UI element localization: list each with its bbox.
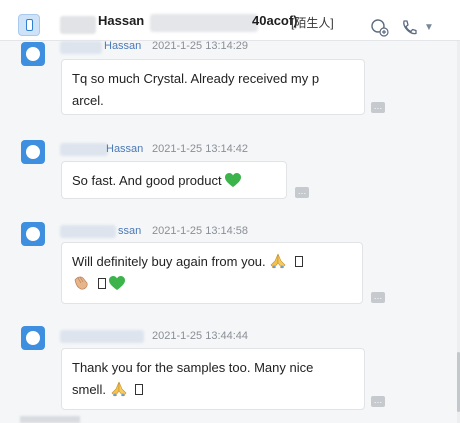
message-bubble: Thank you for the samples too. Many nice… xyxy=(61,348,365,410)
missing-glyph xyxy=(135,384,144,395)
message-time: 2021-1-25 13:14:58 xyxy=(152,225,249,237)
clapping-hands-emoji xyxy=(72,274,90,291)
redacted-contact-id xyxy=(150,14,258,32)
redacted-sender xyxy=(60,330,144,343)
message-bubble: Will definitely buy again from you. xyxy=(61,242,363,304)
message-more-icon[interactable]: … xyxy=(295,187,309,198)
sender-avatar[interactable] xyxy=(21,222,45,246)
message-text-line: So fast. And good product xyxy=(72,173,222,188)
redacted-sender xyxy=(60,225,116,238)
message-time: 2021-1-25 13:44:44 xyxy=(152,330,249,342)
phone-device-icon xyxy=(26,19,33,31)
redacted-sender xyxy=(60,143,108,156)
message-bubble: So fast. And good product xyxy=(61,161,287,199)
sender-avatar[interactable] xyxy=(21,140,45,164)
contact-avatar[interactable] xyxy=(18,14,40,36)
message-text-line: smell. xyxy=(72,382,106,397)
message-text-line: Thank you for the samples too. Many nice xyxy=(72,360,314,375)
green-heart-emoji xyxy=(109,276,126,291)
chat-header: Hassan 40acof) [陌生人] ▼ xyxy=(0,0,460,41)
praying-hands-emoji xyxy=(110,380,128,397)
praying-hands-emoji xyxy=(269,252,287,269)
sender-avatar[interactable] xyxy=(21,326,45,350)
message-time: 2021-1-25 13:14:42 xyxy=(152,143,249,155)
redacted-sender xyxy=(60,41,102,54)
missing-glyph xyxy=(97,278,106,289)
message-more-icon[interactable]: … xyxy=(371,102,385,113)
redacted-next-sender xyxy=(20,416,80,423)
message-more-icon[interactable]: … xyxy=(371,292,385,303)
message-text-line: arcel. xyxy=(72,93,104,108)
message-more-icon[interactable]: … xyxy=(371,396,385,407)
message-bubble: Tq so much Crystal. Already received my … xyxy=(61,59,365,115)
missing-glyph xyxy=(294,256,303,267)
green-heart-emoji xyxy=(225,173,242,188)
message-time: 2021-1-25 13:14:29 xyxy=(152,40,249,52)
message-text-line: Will definitely buy again from you. xyxy=(72,254,266,269)
contact-name: Hassan xyxy=(98,13,145,28)
sender-name: ssan xyxy=(118,225,142,237)
message-text-line: Tq so much Crystal. Already received my … xyxy=(72,71,320,86)
sender-name: Hassan xyxy=(104,40,142,52)
sender-avatar[interactable] xyxy=(21,42,45,66)
stranger-tag: [陌生人] xyxy=(291,16,334,30)
add-contact-icon[interactable] xyxy=(370,18,390,38)
call-icon[interactable] xyxy=(399,18,419,38)
redacted-name-prefix xyxy=(60,16,96,34)
sender-name: Hassan xyxy=(106,143,144,155)
chevron-down-icon[interactable]: ▼ xyxy=(424,22,434,33)
